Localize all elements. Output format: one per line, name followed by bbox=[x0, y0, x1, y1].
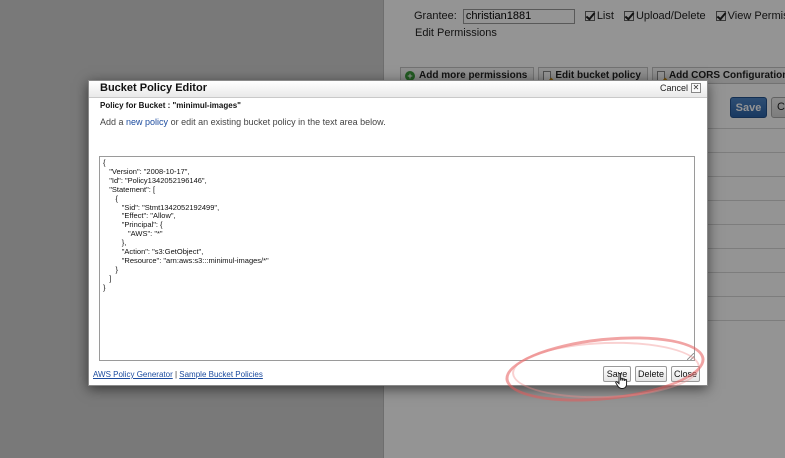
policy-help-links: AWS Policy Generator | Sample Bucket Pol… bbox=[93, 370, 263, 379]
dialog-title: Bucket Policy Editor bbox=[100, 82, 207, 94]
sample-bucket-policies-link[interactable]: Sample Bucket Policies bbox=[179, 370, 263, 379]
policy-textarea[interactable]: { "Version": "2008-10-17", "Id": "Policy… bbox=[99, 156, 695, 361]
new-policy-link[interactable]: new policy bbox=[126, 117, 168, 127]
close-icon[interactable]: ✕ bbox=[691, 83, 701, 93]
hand-pointer-icon bbox=[615, 373, 628, 389]
aws-policy-generator-link[interactable]: AWS Policy Generator bbox=[93, 370, 173, 379]
policy-bucket-label: Policy for Bucket : "minimul-images" bbox=[100, 101, 241, 110]
dialog-cancel-link[interactable]: Cancel ✕ bbox=[660, 83, 701, 93]
editor-instructions: Add a new policy or edit an existing buc… bbox=[100, 117, 386, 127]
dialog-header: Bucket Policy Editor Cancel ✕ bbox=[89, 81, 707, 98]
